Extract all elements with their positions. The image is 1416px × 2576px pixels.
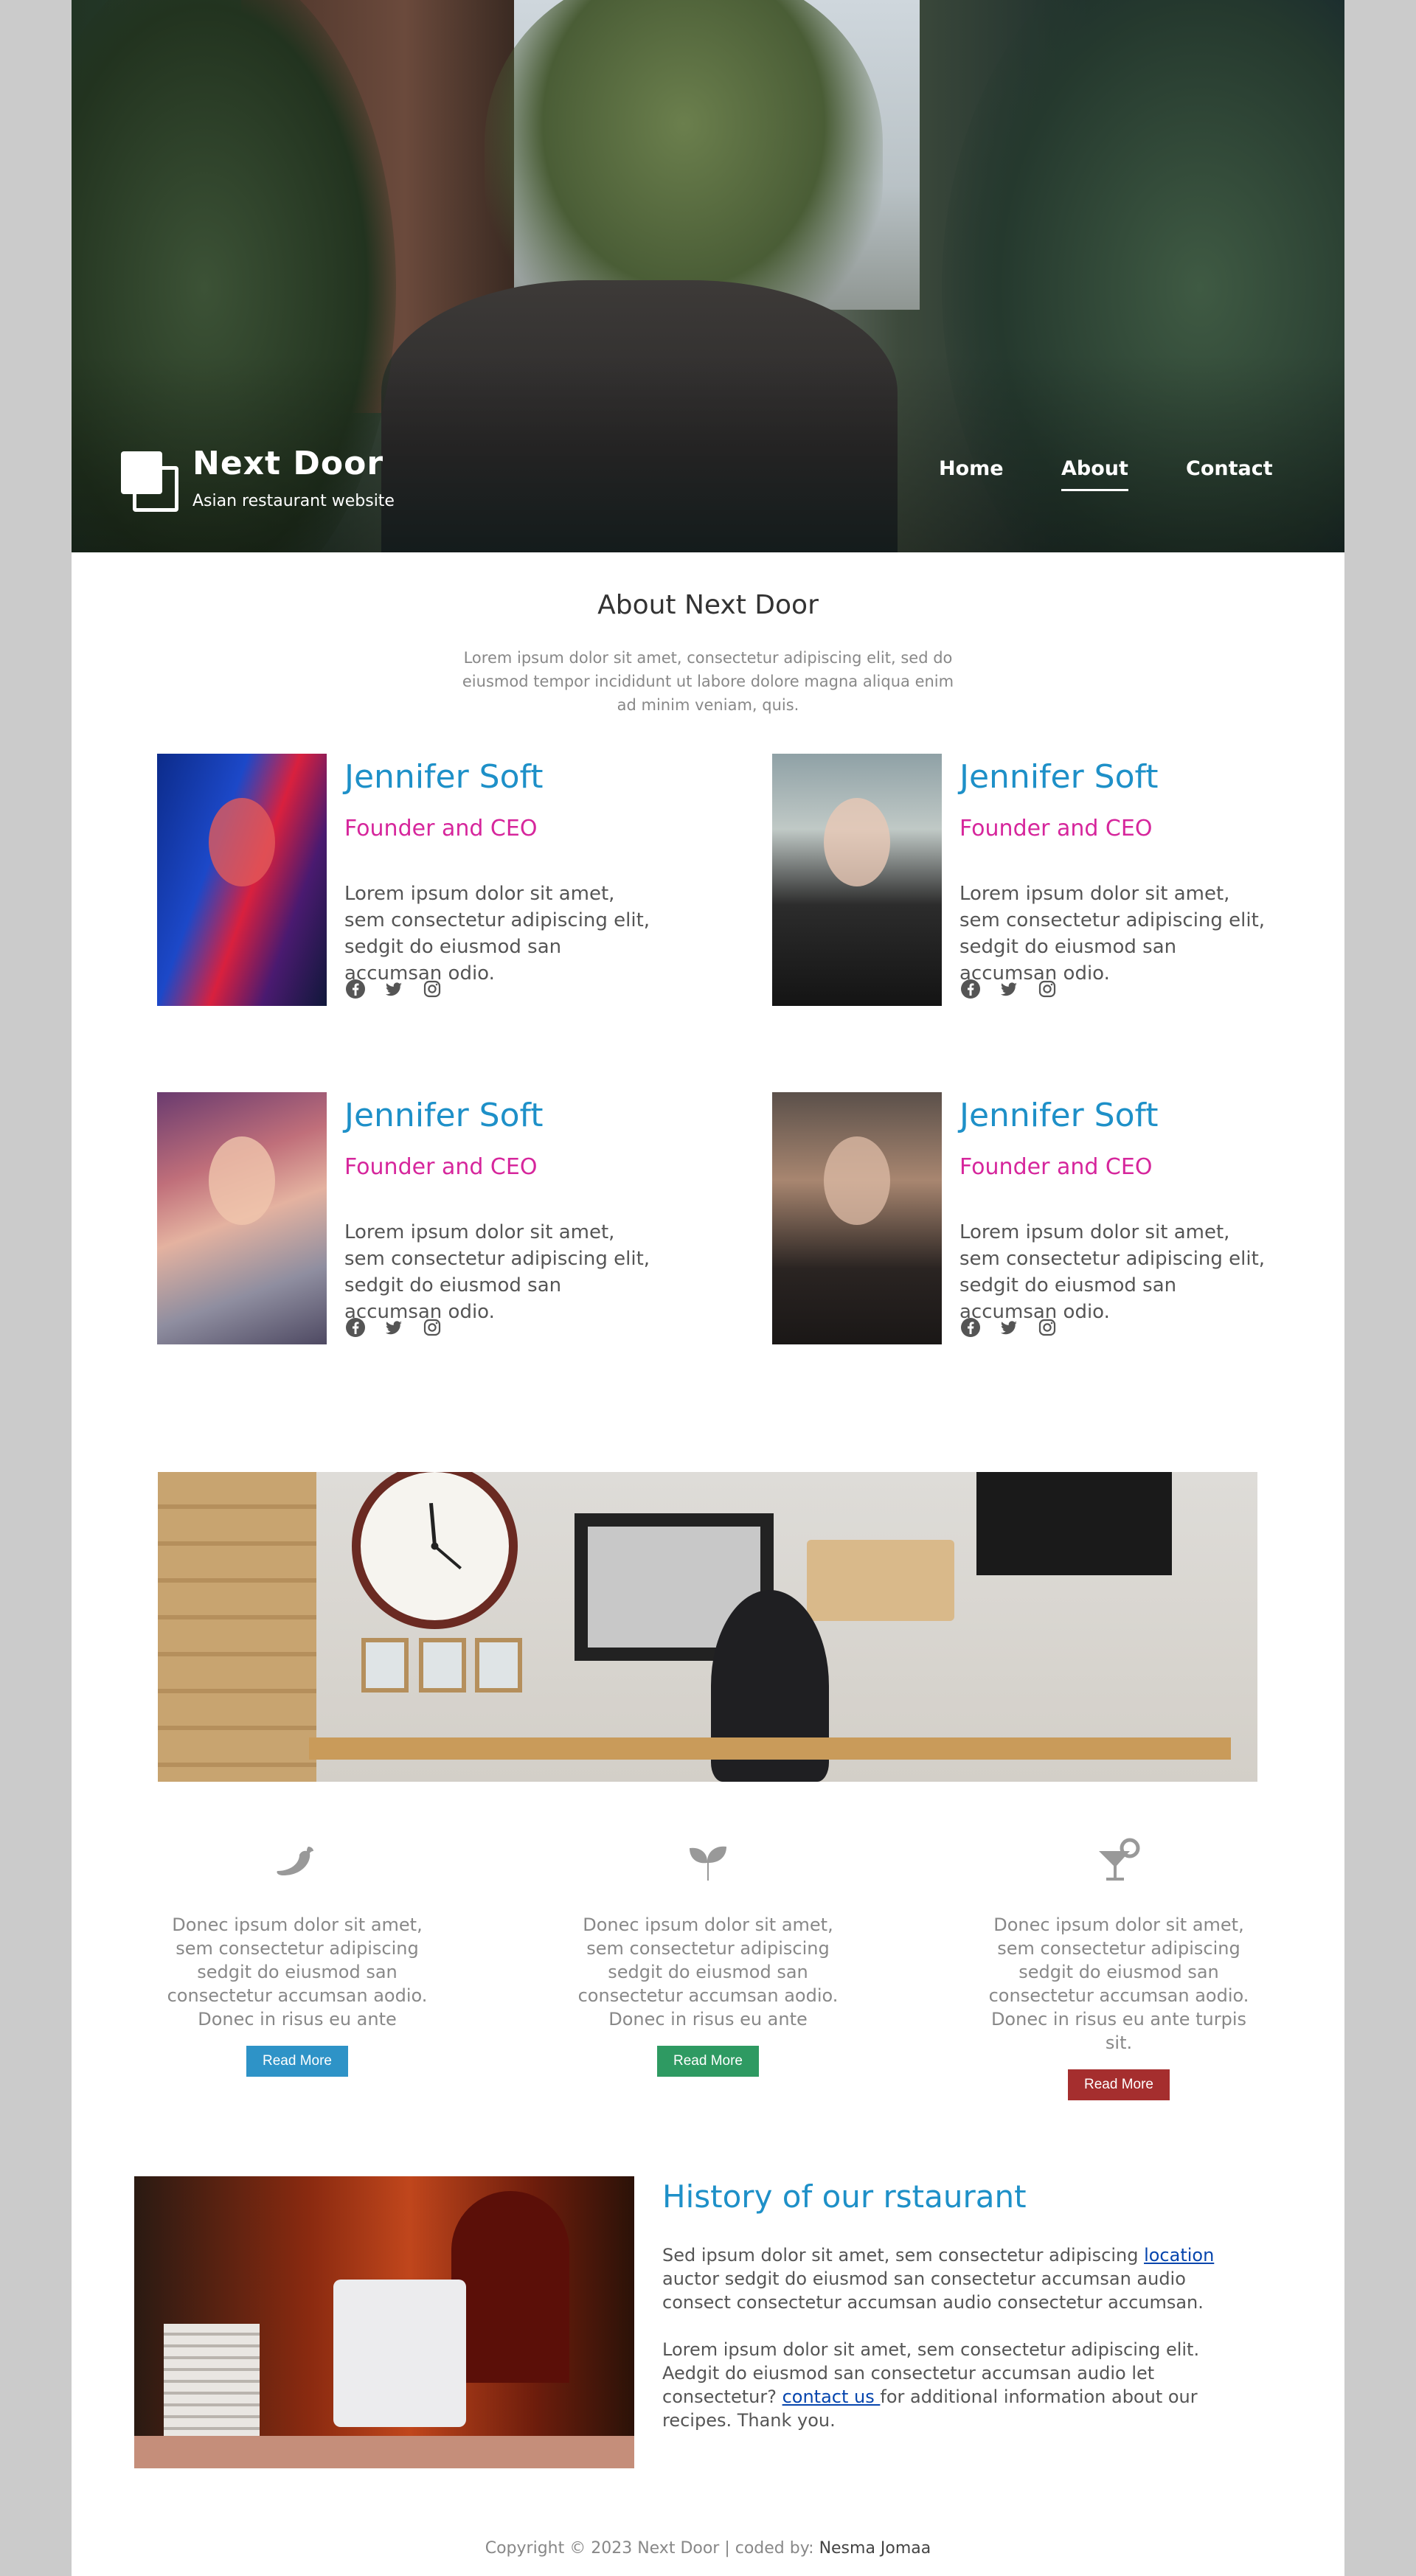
feature-text: Donec ipsum dolor sit amet, sem consecte… (577, 1914, 839, 2030)
team-member-card: Jennifer Soft Founder and CEO Lorem ipsu… (157, 754, 659, 1006)
footer: Copyright © 2023 Next Door | coded by: N… (72, 2539, 1344, 2558)
hero-header: Next Door Asian restaurant website Home … (72, 0, 1344, 552)
read-more-button[interactable]: Read More (246, 2046, 348, 2077)
twitter-icon[interactable] (998, 978, 1020, 1000)
read-more-button[interactable]: Read More (1068, 2069, 1170, 2100)
instagram-icon[interactable] (421, 1316, 443, 1339)
read-more-button[interactable]: Read More (657, 2046, 759, 2077)
instagram-icon[interactable] (421, 978, 443, 1000)
feature-text: Donec ipsum dolor sit amet, sem consecte… (167, 1914, 428, 2030)
member-bio: Lorem ipsum dolor sit amet, sem consecte… (344, 1221, 650, 1323)
instagram-icon[interactable] (1036, 1316, 1058, 1339)
member-photo (157, 754, 327, 1006)
wall-clock (352, 1472, 518, 1629)
twitter-icon[interactable] (998, 1316, 1020, 1339)
member-bio: Lorem ipsum dolor sit amet, sem consecte… (959, 1221, 1266, 1323)
feature-card: Donec ipsum dolor sit amet, sem consecte… (157, 1836, 437, 2077)
about-intro: Lorem ipsum dolor sit amet, consectetur … (462, 649, 954, 714)
facebook-icon[interactable] (959, 1316, 982, 1339)
contact-us-link[interactable]: contact us (782, 2386, 881, 2407)
brand-tagline: Asian restaurant website (192, 492, 395, 510)
history-image (134, 2176, 634, 2468)
nav-home[interactable]: Home (939, 457, 1004, 480)
feature-card: Donec ipsum dolor sit amet, sem consecte… (979, 1836, 1259, 2100)
logo-icon[interactable] (121, 451, 178, 512)
feature-card: Donec ipsum dolor sit amet, sem consecte… (568, 1836, 848, 2077)
nav-about[interactable]: About (1061, 457, 1128, 491)
leaf-sprout-icon (682, 1836, 734, 1888)
twitter-icon[interactable] (383, 1316, 405, 1339)
chili-pepper-icon (271, 1836, 323, 1888)
member-photo (772, 1092, 942, 1344)
member-role: Founder and CEO (344, 816, 538, 841)
history-text: auctor sedgit do eiusmod san consectetur… (662, 2268, 1204, 2313)
brand-title[interactable]: Next Door (192, 445, 384, 482)
copyright-text: Copyright © 2023 Next Door | coded by: (485, 2539, 819, 2558)
member-photo (157, 1092, 327, 1344)
member-social (344, 1316, 443, 1339)
member-bio: Lorem ipsum dolor sit amet, sem consecte… (959, 883, 1266, 985)
member-name: Jennifer Soft (344, 1097, 544, 1134)
author-name: Nesma Jomaa (819, 2539, 931, 2558)
member-photo (772, 754, 942, 1006)
page: Next Door Asian restaurant website Home … (72, 0, 1344, 2576)
about-title: About Next Door (597, 590, 819, 620)
member-name: Jennifer Soft (344, 758, 544, 796)
cafe-banner-image (158, 1472, 1257, 1782)
cocktail-icon (1093, 1836, 1145, 1888)
feature-text: Donec ipsum dolor sit amet, sem consecte… (988, 1914, 1249, 2053)
history-paragraph-2: Lorem ipsum dolor sit amet, sem consecte… (662, 2338, 1245, 2432)
member-role: Founder and CEO (344, 1154, 538, 1180)
member-name: Jennifer Soft (959, 758, 1159, 796)
history-title: History of our rstaurant (662, 2179, 1027, 2215)
twitter-icon[interactable] (383, 978, 405, 1000)
history-text: Sed ipsum dolor sit amet, sem consectetu… (662, 2245, 1145, 2266)
member-bio: Lorem ipsum dolor sit amet, sem consecte… (344, 883, 650, 985)
member-role: Founder and CEO (959, 816, 1153, 841)
facebook-icon[interactable] (344, 1316, 367, 1339)
instagram-icon[interactable] (1036, 978, 1058, 1000)
team-member-card: Jennifer Soft Founder and CEO Lorem ipsu… (772, 1092, 1274, 1344)
member-social (959, 1316, 1058, 1339)
nav-contact[interactable]: Contact (1186, 457, 1273, 480)
history-paragraph-1: Sed ipsum dolor sit amet, sem consectetu… (662, 2243, 1245, 2314)
team-member-card: Jennifer Soft Founder and CEO Lorem ipsu… (772, 754, 1274, 1006)
team-member-card: Jennifer Soft Founder and CEO Lorem ipsu… (157, 1092, 659, 1344)
location-link[interactable]: location (1144, 2245, 1214, 2266)
facebook-icon[interactable] (959, 978, 982, 1000)
member-social (344, 978, 443, 1000)
facebook-icon[interactable] (344, 978, 367, 1000)
member-role: Founder and CEO (959, 1154, 1153, 1180)
member-name: Jennifer Soft (959, 1097, 1159, 1134)
member-social (959, 978, 1058, 1000)
